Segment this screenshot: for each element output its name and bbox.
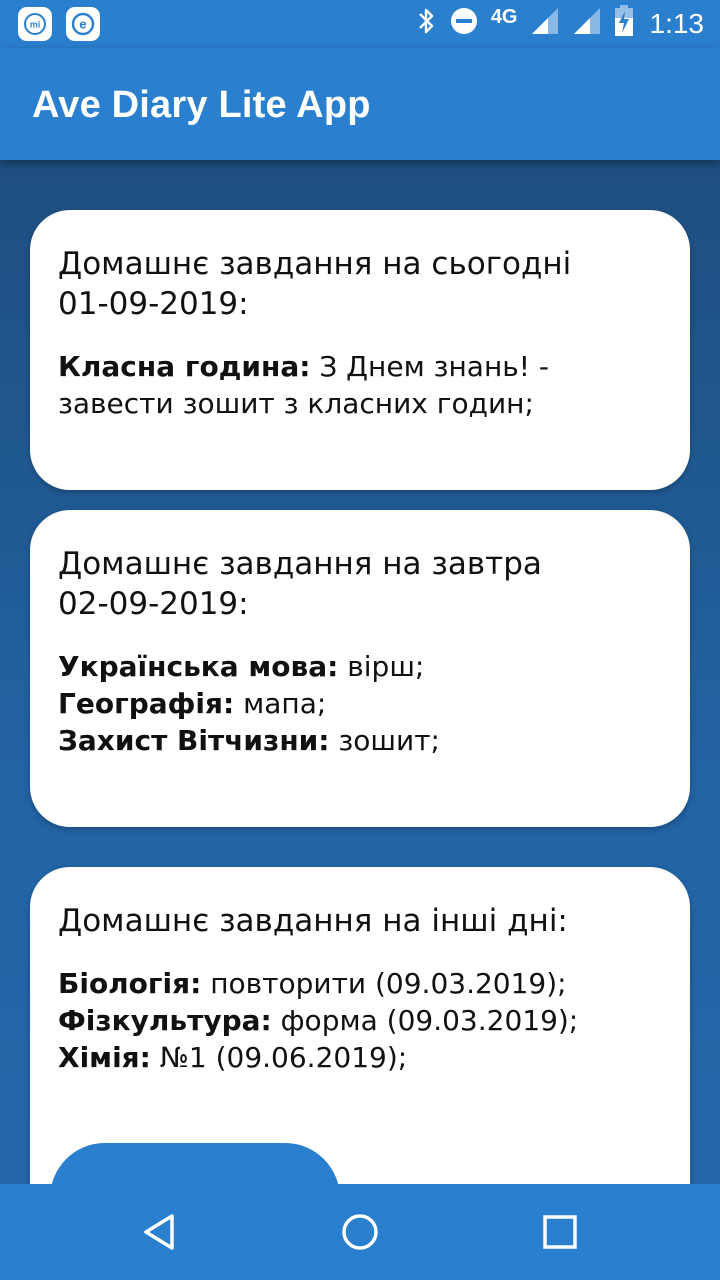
homework-card-today: Домашнє завдання на сьогодні 01-09-2019:…	[30, 210, 690, 490]
clock: 1:13	[649, 8, 705, 39]
app-title: Ave Diary Lite App	[32, 84, 371, 126]
subject-label: Біологія:	[58, 967, 202, 1000]
card-title-date: 01-09-2019:	[58, 286, 249, 322]
card-title-date: 02-09-2019:	[58, 586, 249, 622]
list-item: Географія: мапа;	[58, 685, 662, 722]
homework-items: Класна година: З Днем знань! - завести з…	[58, 348, 662, 422]
subject-label: Фізкультура:	[58, 1004, 272, 1037]
subject-label: Класна година:	[58, 350, 311, 383]
task-text: мапа;	[234, 687, 327, 720]
home-button[interactable]	[332, 1204, 388, 1260]
subject-label: Захист Вітчизни:	[58, 724, 330, 757]
task-text: вірш;	[338, 650, 425, 683]
list-item: Українська мова: вірш;	[58, 648, 662, 685]
list-item: Захист Вітчизни: зошит;	[58, 722, 662, 759]
recents-button[interactable]	[532, 1204, 588, 1260]
bluetooth-icon	[417, 6, 437, 43]
recents-icon	[543, 1215, 577, 1249]
svg-text:e: e	[79, 17, 86, 32]
homework-card-other-days: Домашнє завдання на інші дні: Біологія: …	[30, 867, 690, 1184]
subject-label: Українська мова:	[58, 650, 339, 683]
mi-icon: mi	[18, 7, 52, 41]
homework-items: Українська мова: вірш; Географія: мапа; …	[58, 648, 662, 759]
signal-icon	[572, 6, 602, 43]
task-text: №1 (09.06.2019);	[150, 1041, 408, 1074]
homework-items: Біологія: повторити (09.03.2019); Фізкул…	[58, 965, 662, 1076]
network-type-label: 4G	[490, 5, 518, 28]
homework-list[interactable]: Домашнє завдання на сьогодні 01-09-2019:…	[0, 160, 720, 1184]
list-item: Класна година: З Днем знань! - завести з…	[58, 348, 662, 422]
battery-charging-icon	[614, 4, 634, 44]
status-bar: mi e 4G 1:13	[0, 0, 720, 48]
card-title: Домашнє завдання на сьогодні 01-09-2019:	[58, 244, 662, 324]
subject-label: Географія:	[58, 687, 235, 720]
do-not-disturb-icon	[449, 6, 479, 43]
subject-label: Хімія:	[58, 1041, 151, 1074]
task-text: форма (09.03.2019);	[271, 1004, 579, 1037]
list-item: Біологія: повторити (09.03.2019);	[58, 965, 662, 1002]
home-icon	[342, 1214, 378, 1250]
homework-card-tomorrow: Домашнє завдання на завтра 02-09-2019: У…	[30, 510, 690, 827]
list-item: Фізкультура: форма (09.03.2019);	[58, 1002, 662, 1039]
task-text: зошит;	[329, 724, 440, 757]
signal-icon	[530, 6, 560, 43]
card-title-line: Домашнє завдання на сьогодні	[58, 246, 572, 282]
card-title: Домашнє завдання на завтра 02-09-2019:	[58, 544, 662, 624]
list-item: Хімія: №1 (09.06.2019);	[58, 1039, 662, 1076]
card-title-line: Домашнє завдання на інші дні:	[58, 903, 568, 939]
card-title: Домашнє завдання на інші дні:	[58, 901, 662, 941]
svg-text:mi: mi	[30, 20, 41, 30]
action-button[interactable]	[50, 1143, 340, 1184]
e-icon: e	[66, 7, 100, 41]
app-bar: Ave Diary Lite App	[0, 48, 720, 160]
navigation-bar	[0, 1184, 720, 1280]
back-button[interactable]	[132, 1204, 188, 1260]
back-icon	[144, 1214, 174, 1250]
task-text: повторити (09.03.2019);	[201, 967, 567, 1000]
card-title-line: Домашнє завдання на завтра	[58, 546, 542, 582]
